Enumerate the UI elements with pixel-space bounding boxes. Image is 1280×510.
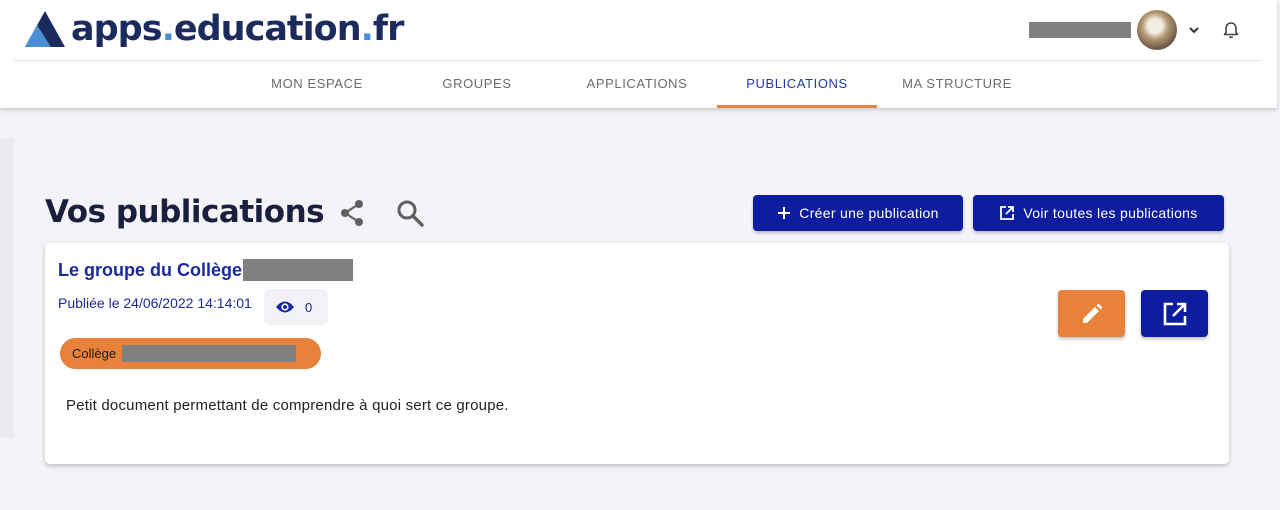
eye-icon (276, 301, 294, 313)
open-in-new-icon (1163, 302, 1186, 325)
tab-publications[interactable]: PUBLICATIONS (717, 61, 877, 108)
search-icon[interactable] (394, 197, 426, 229)
title-redacted (243, 259, 354, 281)
publication-description: Petit document permettant de comprendre … (66, 397, 509, 414)
create-publication-button[interactable]: Créer une publication (753, 195, 963, 231)
edit-button[interactable] (1058, 290, 1125, 337)
plus-icon (778, 207, 791, 219)
side-panel-edge (0, 138, 14, 438)
bell-icon[interactable] (1221, 20, 1241, 40)
user-name-redacted (1029, 22, 1131, 38)
view-all-publications-button[interactable]: Voir toutes les publications (973, 195, 1224, 231)
views-count: 0 (305, 299, 313, 315)
views-counter: 0 (264, 289, 328, 325)
chevron-down-icon[interactable] (1187, 23, 1201, 37)
tab-mon-espace[interactable]: MON ESPACE (237, 61, 397, 108)
app-header: apps.education.fr MON ESPACE GROUPES APP… (0, 0, 1277, 108)
tab-ma-structure[interactable]: MA STRUCTURE (877, 61, 1037, 108)
view-all-publications-label: Voir toutes les publications (1023, 205, 1198, 221)
publication-title[interactable]: Le groupe du Collège (58, 258, 354, 282)
structure-tag-label: Collège (72, 346, 117, 361)
logo-text: apps.education.fr (71, 9, 404, 49)
open-in-new-icon (1000, 206, 1015, 220)
avatar[interactable] (1137, 10, 1177, 50)
page-title: Vos publications (45, 194, 325, 230)
tab-groupes[interactable]: GROUPES (397, 61, 557, 108)
share-icon[interactable] (336, 197, 368, 229)
main-nav: MON ESPACE GROUPES APPLICATIONS PUBLICAT… (237, 61, 1037, 108)
publication-title-text: Le groupe du Collège (58, 260, 243, 280)
structure-tag: Collège (60, 338, 321, 369)
logo-triangle-icon (25, 11, 65, 47)
tab-applications[interactable]: APPLICATIONS (557, 61, 717, 108)
publication-card: Le groupe du Collège Publiée le 24/06/20… (45, 243, 1229, 464)
app-logo[interactable]: apps.education.fr (23, 8, 404, 50)
user-menu[interactable] (1029, 10, 1241, 50)
structure-name-redacted (122, 345, 297, 362)
publication-date: Publiée le 24/06/2022 14:14:01 (58, 295, 252, 311)
open-publication-button[interactable] (1141, 290, 1208, 337)
create-publication-label: Créer une publication (799, 205, 939, 221)
pencil-icon (1082, 303, 1102, 323)
